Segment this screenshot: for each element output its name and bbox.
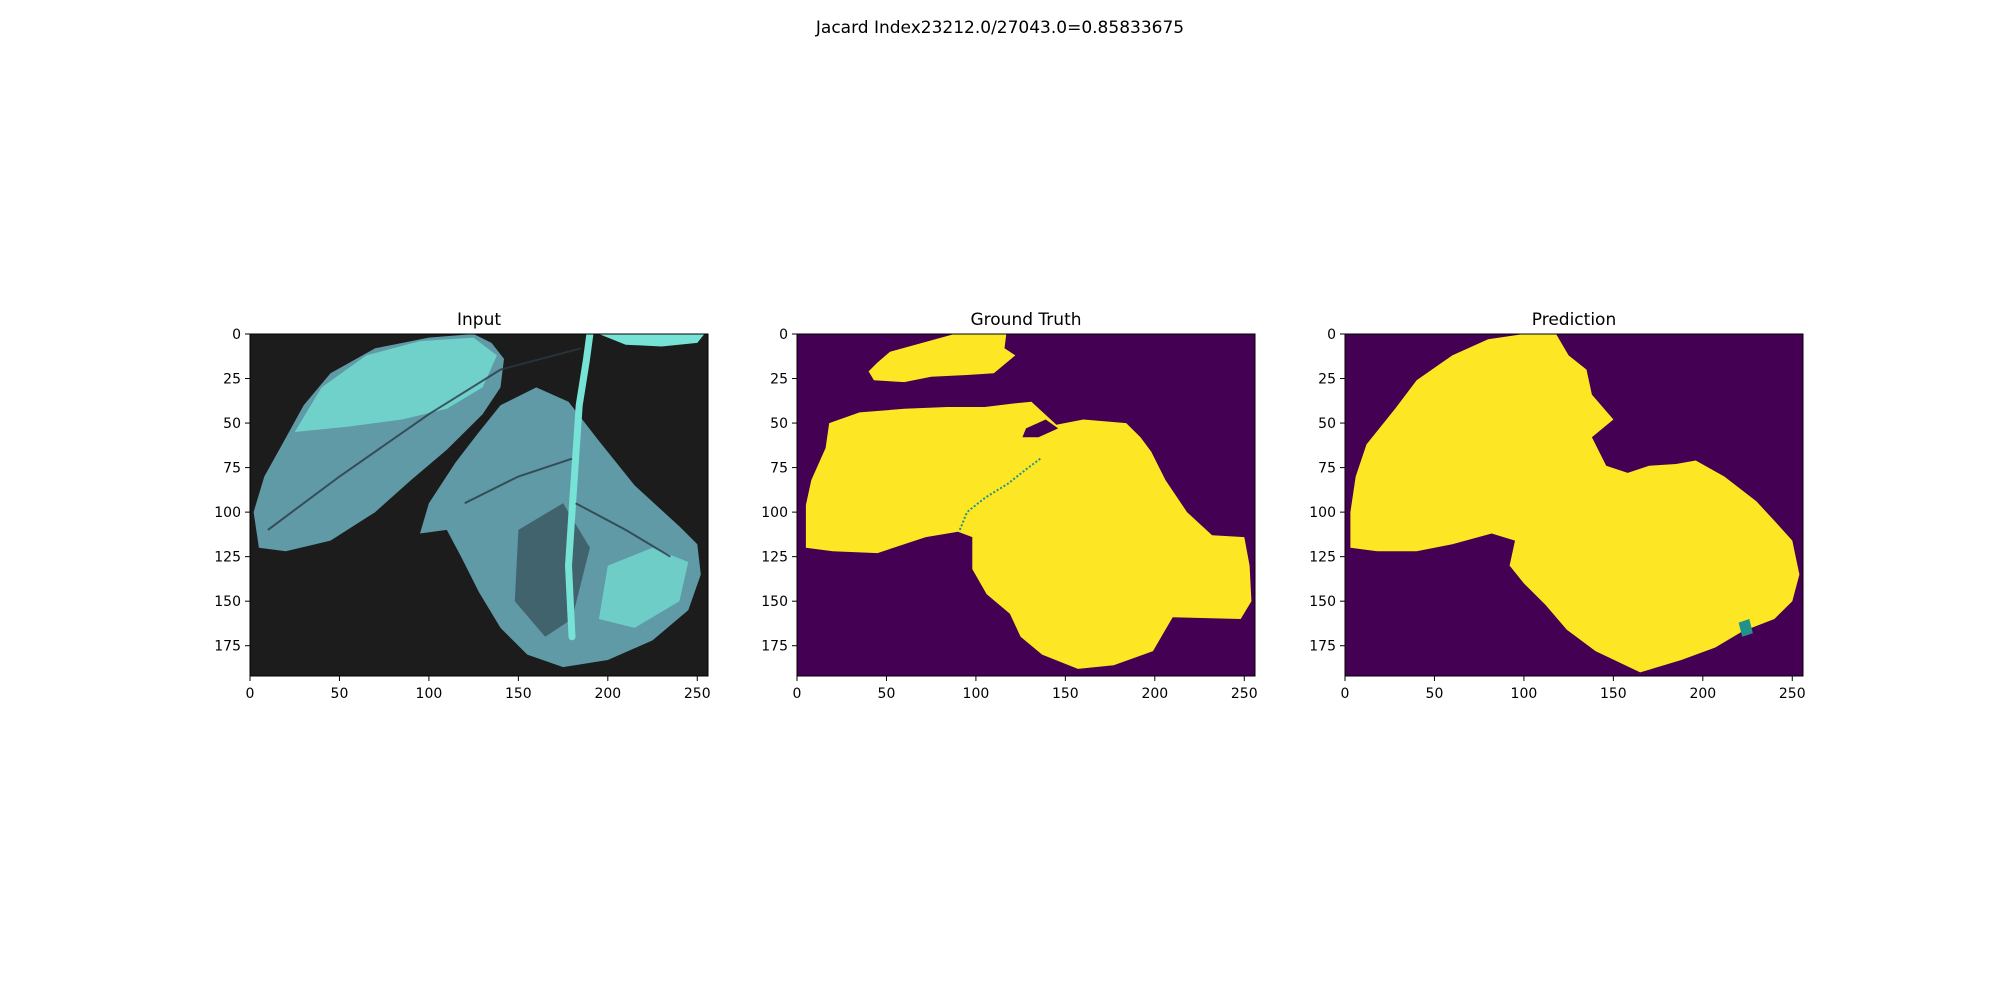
y-tick-label: 150 bbox=[761, 594, 788, 610]
y-tick-label: 50 bbox=[1318, 416, 1336, 432]
panel-ground-truth: Ground Truth 0 50 100 150 200 250 0 25 50 75 100 125… bbox=[761, 310, 1257, 702]
y-tick-label: 175 bbox=[214, 639, 241, 655]
y-tick-label: 125 bbox=[1309, 550, 1336, 566]
x-tick-label: 200 bbox=[594, 686, 621, 702]
y-tick-label: 0 bbox=[1327, 327, 1336, 343]
x-tick-label: 150 bbox=[1600, 686, 1627, 702]
y-tick-label: 75 bbox=[1318, 461, 1336, 477]
y-tick-label: 0 bbox=[232, 327, 241, 343]
panel-input: Input 0 50 100 150 200 250 0 25 50 75 100 125 150 175 bbox=[214, 310, 710, 702]
panels: Input0 50 100 150 200 2500255075100125150175G… bbox=[214, 310, 1805, 702]
y-tick-label: 150 bbox=[1309, 594, 1336, 610]
x-tick-label: 150 bbox=[505, 686, 532, 702]
x-tick-label: 250 bbox=[1779, 686, 1806, 702]
y-tick-label: 25 bbox=[223, 372, 241, 388]
y-tick-label: 150 bbox=[214, 594, 241, 610]
y-tick-label: 100 bbox=[214, 505, 241, 521]
x-tick-label: 100 bbox=[963, 686, 990, 702]
x-tick-label: 50 bbox=[878, 686, 896, 702]
panel-prediction: Prediction 0 50 100 150 200 250 0 25 50 75 100 125 15… bbox=[1309, 310, 1805, 702]
x-tick-label: 100 bbox=[1511, 686, 1538, 702]
y-tick-label: 100 bbox=[1309, 505, 1336, 521]
y-tick-label: 175 bbox=[1309, 639, 1336, 655]
y-tick-label: 75 bbox=[770, 461, 788, 477]
segmentation-mask bbox=[1345, 334, 1803, 676]
y-tick-label: 25 bbox=[1318, 372, 1336, 388]
x-tick-label: 150 bbox=[1052, 686, 1079, 702]
panel-title: Prediction bbox=[1532, 310, 1616, 330]
x-tick-label: 0 bbox=[793, 686, 802, 702]
x-tick-label: 50 bbox=[331, 686, 349, 702]
y-tick-label: 25 bbox=[770, 372, 788, 388]
panel-title: Ground Truth bbox=[970, 310, 1081, 330]
panel-title: Input bbox=[457, 310, 501, 330]
y-tick-label: 50 bbox=[770, 416, 788, 432]
x-tick-label: 100 bbox=[416, 686, 443, 702]
x-tick-label: 200 bbox=[1689, 686, 1716, 702]
x-tick-label: 250 bbox=[684, 686, 711, 702]
y-tick-label: 50 bbox=[223, 416, 241, 432]
y-tick-label: 100 bbox=[761, 505, 788, 521]
leaf-photo bbox=[250, 334, 708, 676]
y-tick-label: 125 bbox=[214, 550, 241, 566]
y-tick-label: 175 bbox=[761, 639, 788, 655]
figure-suptitle: Jacard Index23212.0/27043.0=0.85833675 bbox=[815, 18, 1184, 38]
y-tick-label: 125 bbox=[761, 550, 788, 566]
x-tick-label: 0 bbox=[246, 686, 255, 702]
segmentation-mask bbox=[797, 334, 1255, 676]
figure: Jacard Index23212.0/27043.0=0.85833675 I… bbox=[214, 18, 1805, 702]
y-tick-label: 75 bbox=[223, 461, 241, 477]
x-tick-label: 50 bbox=[1426, 686, 1444, 702]
x-tick-label: 250 bbox=[1231, 686, 1258, 702]
x-tick-label: 0 bbox=[1341, 686, 1350, 702]
x-tick-label: 200 bbox=[1141, 686, 1168, 702]
y-tick-label: 0 bbox=[779, 327, 788, 343]
